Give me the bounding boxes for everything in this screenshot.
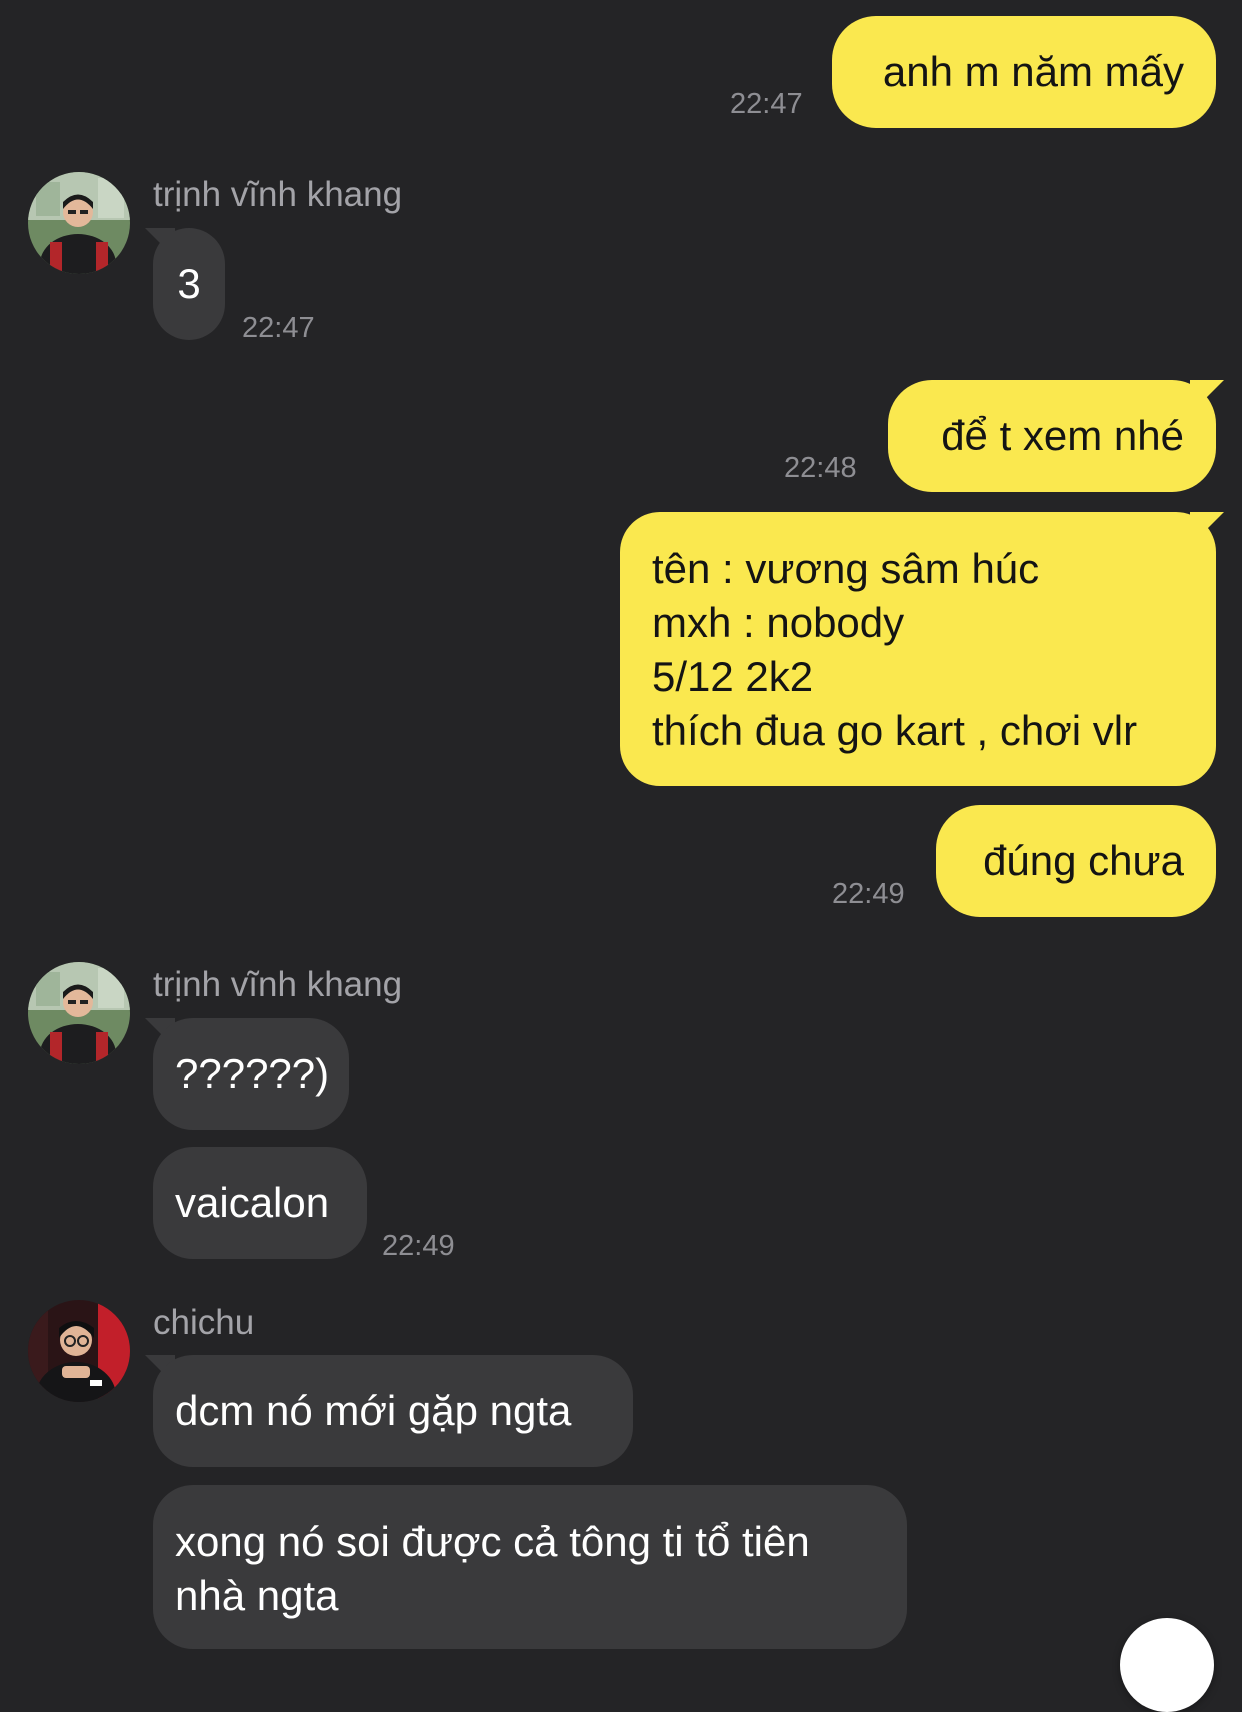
incoming-message-bubble[interactable]: 3 (153, 228, 225, 340)
message-timestamp: 22:49 (832, 878, 905, 910)
outgoing-message-bubble[interactable]: để t xem nhé (888, 380, 1216, 492)
sender-avatar[interactable] (28, 172, 130, 274)
incoming-message-bubble[interactable]: vaicalon (153, 1147, 367, 1259)
outgoing-message-bubble[interactable]: anh m năm mấy (832, 16, 1216, 128)
chat-message-list[interactable]: 22:47 anh m năm mấy trịnh vĩnh khang 3 2… (0, 0, 1242, 1712)
message-timestamp: 22:49 (382, 1230, 455, 1262)
sender-avatar[interactable] (28, 962, 130, 1064)
message-timestamp: 22:47 (730, 88, 803, 120)
message-timestamp: 22:47 (242, 312, 315, 344)
incoming-message-bubble[interactable]: dcm nó mới gặp ngta (153, 1355, 633, 1467)
message-timestamp: 22:48 (784, 452, 857, 484)
user-avatar-photo-icon (28, 172, 130, 274)
outgoing-message-bubble[interactable]: đúng chưa (936, 805, 1216, 917)
sender-avatar[interactable] (28, 1300, 130, 1402)
sender-name: trịnh vĩnh khang (153, 965, 403, 1004)
outgoing-message-bubble[interactable]: tên : vương sâm húc mxh : nobody 5/12 2k… (620, 512, 1216, 786)
incoming-message-bubble[interactable]: ??????) (153, 1018, 349, 1130)
incoming-message-bubble[interactable]: xong nó soi được cả tông ti tổ tiên nhà … (153, 1485, 907, 1649)
user-avatar-photo-icon (28, 1300, 130, 1402)
scroll-down-button[interactable] (1120, 1618, 1214, 1712)
sender-name: chichu (153, 1303, 255, 1342)
user-avatar-photo-icon (28, 962, 130, 1064)
sender-name: trịnh vĩnh khang (153, 175, 403, 214)
